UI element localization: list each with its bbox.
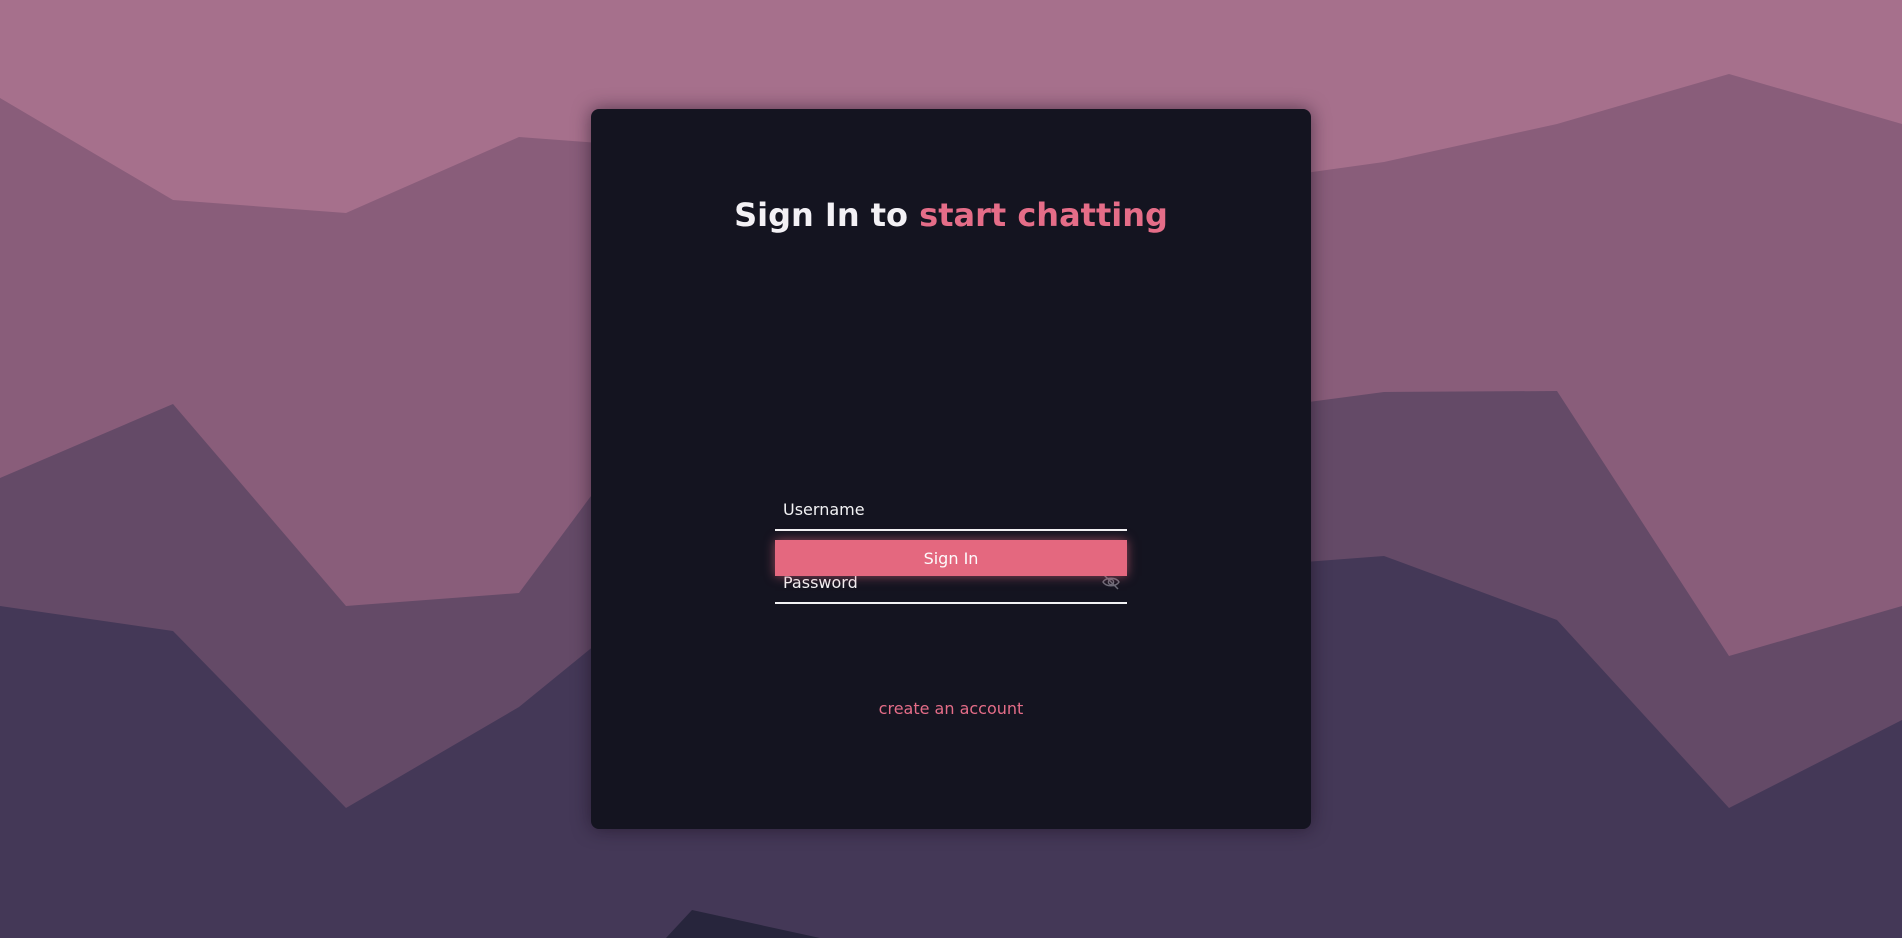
sign-in-button[interactable]: Sign In	[775, 540, 1127, 576]
username-input[interactable]	[783, 489, 1083, 529]
title-prefix: Sign In to	[734, 196, 909, 234]
page-title: Sign In to start chatting	[591, 193, 1311, 237]
login-card: Sign In to start chatting Sign In create…	[591, 109, 1311, 829]
create-account-link[interactable]: create an account	[591, 699, 1311, 718]
username-field	[775, 489, 1127, 531]
title-accent: start chatting	[919, 196, 1168, 234]
